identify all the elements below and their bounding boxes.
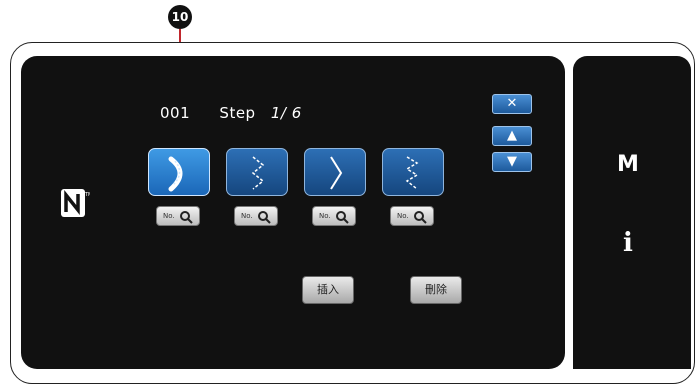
search-icon (414, 211, 427, 224)
search-icon (180, 211, 193, 224)
pattern-search-button-2[interactable]: No. (234, 206, 278, 226)
arrow-up-icon: ▲ (507, 128, 517, 143)
callout-number: 10 (168, 5, 192, 29)
main-panel (21, 56, 565, 369)
zigzag-stitch-icon (330, 156, 343, 190)
stitch-button-1[interactable] (148, 148, 210, 196)
zigzag-stitch-icon (405, 156, 419, 190)
search-icon (336, 211, 349, 224)
step-header: 001 Step 1/ 6 (160, 104, 302, 122)
zigzag-stitch-icon (251, 156, 265, 190)
insert-button[interactable]: 插入 (302, 276, 354, 304)
info-button[interactable]: i (598, 228, 658, 258)
scroll-down-button[interactable]: ▼ (492, 152, 532, 172)
pattern-search-button-4[interactable]: No. (390, 206, 434, 226)
nfc-icon: TM (60, 188, 92, 218)
search-icon (258, 211, 271, 224)
close-icon: ✕ (506, 96, 518, 111)
step-value: 1/ 6 (270, 104, 302, 122)
curve-stitch-icon (168, 156, 183, 192)
arrow-down-icon: ▼ (507, 154, 517, 169)
stitch-button-2[interactable] (226, 148, 288, 196)
side-panel (573, 56, 691, 369)
mode-button[interactable]: M (598, 152, 658, 177)
scroll-up-button[interactable]: ▲ (492, 126, 532, 146)
svg-text:TM: TM (84, 192, 90, 198)
pattern-search-button-3[interactable]: No. (312, 206, 356, 226)
stitch-button-4[interactable] (382, 148, 444, 196)
stitch-button-3[interactable] (304, 148, 366, 196)
pattern-search-button-1[interactable]: No. (156, 206, 200, 226)
close-button[interactable]: ✕ (492, 94, 532, 114)
delete-button[interactable]: 刪除 (410, 276, 462, 304)
pattern-number: 001 (160, 104, 191, 122)
step-label: Step (219, 104, 256, 122)
